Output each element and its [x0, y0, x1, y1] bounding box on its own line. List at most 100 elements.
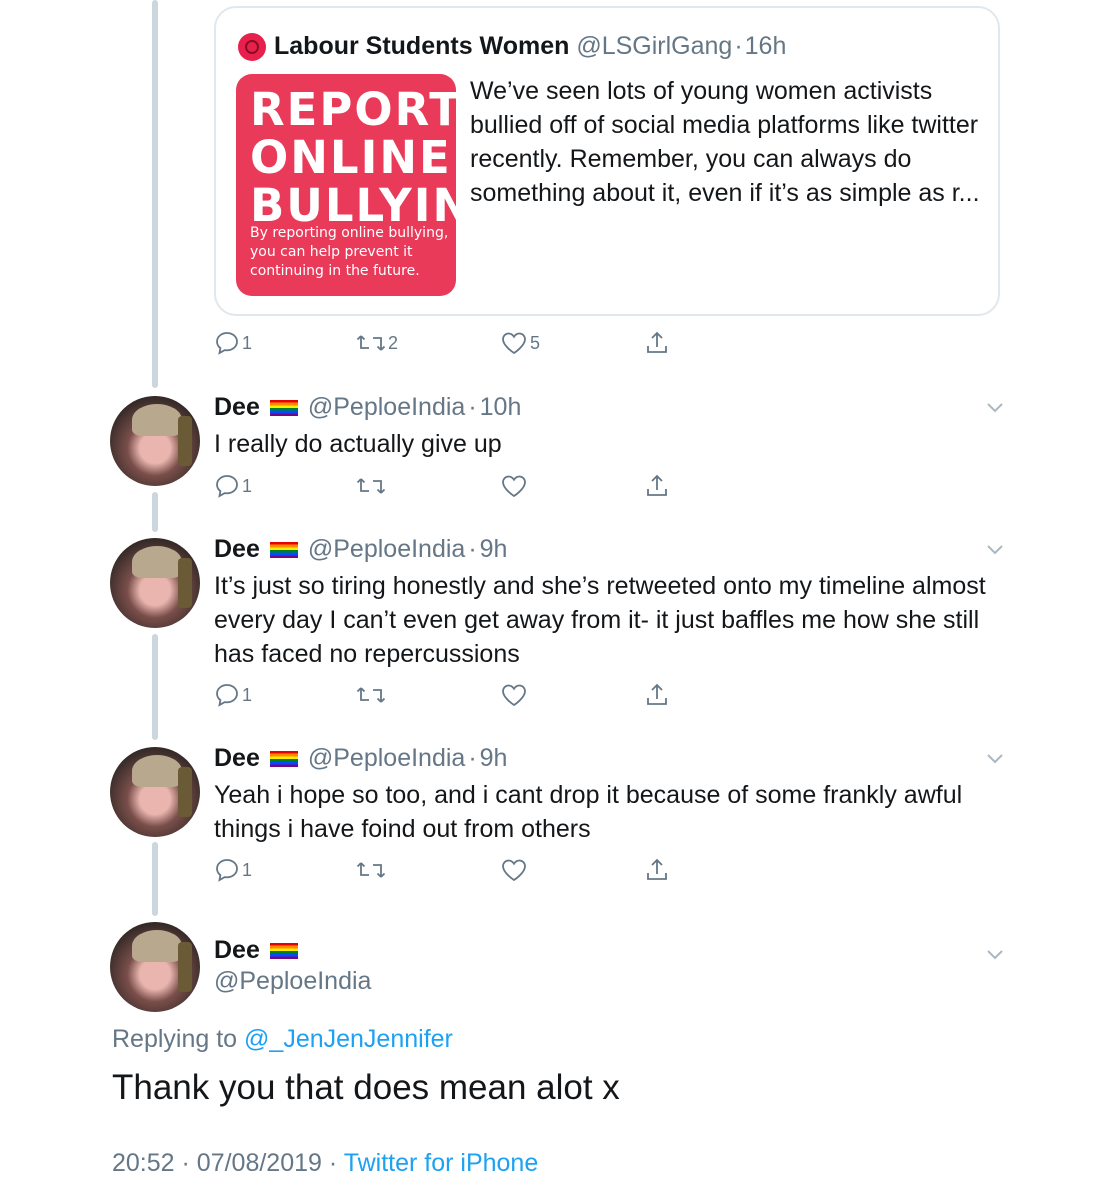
retweet-button[interactable]	[356, 682, 386, 708]
thread-line	[152, 634, 158, 740]
like-button[interactable]: 5	[500, 330, 540, 356]
separator: ·	[328, 1149, 338, 1177]
tweet-text: I really do actually give up	[214, 430, 502, 458]
thread-line	[152, 492, 158, 532]
rainbow-flag-icon	[269, 399, 298, 416]
retweet-button[interactable]: 2	[356, 330, 398, 356]
chevron-down-icon[interactable]	[986, 402, 1004, 414]
main-tweet-header: Dee	[214, 936, 308, 965]
thread-line	[152, 842, 158, 916]
reply-button[interactable]: 1	[214, 857, 252, 883]
like-count: 5	[530, 332, 541, 353]
author-name[interactable]: Dee	[214, 936, 260, 965]
separator: ·	[468, 393, 477, 421]
share-button[interactable]	[644, 857, 670, 883]
separator: ·	[468, 535, 477, 563]
tweet-meta: 20:52 · 07/08/2019 · Twitter for iPhone	[112, 1149, 538, 1178]
retweet-button[interactable]	[356, 473, 386, 499]
chevron-down-icon[interactable]	[986, 949, 1004, 961]
separator: ·	[468, 744, 477, 772]
like-button[interactable]	[500, 682, 528, 708]
retweet-icon	[356, 335, 386, 351]
like-icon	[502, 332, 526, 355]
tweet-source-link[interactable]: Twitter for iPhone	[344, 1149, 539, 1177]
chevron-down-icon[interactable]	[986, 544, 1004, 556]
quoted-author-handle: @LSGirlGang	[576, 32, 733, 60]
reply-count: 1	[242, 332, 253, 353]
share-icon	[647, 331, 667, 353]
tweet-actions: 1 2 5	[214, 330, 674, 362]
quoted-tweet-card[interactable]: Labour Students Women @LSGirlGang · 16h …	[214, 6, 1000, 316]
reply-icon	[216, 332, 238, 355]
quoted-image-subtitle: By reporting online bullying, you can he…	[250, 225, 449, 279]
reply-icon	[216, 684, 238, 707]
reply-icon	[216, 859, 238, 882]
reply-count: 1	[242, 684, 253, 705]
timestamp[interactable]: 9h	[480, 535, 508, 564]
share-icon	[647, 683, 667, 705]
author-handle[interactable]: @PeploeIndia	[214, 967, 371, 996]
tweet-text: Yeah i hope so too, and i cant drop it b…	[214, 781, 963, 843]
avatar[interactable]	[110, 922, 200, 1012]
avatar[interactable]	[110, 538, 200, 628]
separator: ·	[734, 32, 743, 60]
tweet-text: It’s just so tiring honestly and she’s r…	[214, 572, 986, 668]
share-icon	[647, 474, 667, 496]
tweet-actions: 1	[214, 857, 674, 889]
share-button[interactable]	[644, 330, 670, 356]
reply-icon	[216, 475, 238, 498]
author-name[interactable]: Dee	[214, 535, 260, 564]
rainbow-flag-icon	[269, 541, 298, 558]
author-handle[interactable]: @PeploeIndia	[308, 393, 465, 422]
tweet-header: Dee @PeploeIndia · 9h	[214, 744, 507, 773]
tweet-header: Dee @PeploeIndia · 9h	[214, 535, 507, 564]
retweet-icon	[356, 478, 386, 494]
quoted-tweet-image[interactable]: REPORT ONLINE BULLYIN By reporting onlin…	[236, 74, 456, 296]
separator: ·	[181, 1149, 190, 1177]
avatar[interactable]	[110, 747, 200, 837]
tweet-time[interactable]: 20:52	[112, 1149, 175, 1177]
like-icon	[502, 859, 526, 882]
reply-count: 1	[242, 859, 253, 880]
retweet-count: 2	[388, 332, 399, 353]
like-button[interactable]	[500, 473, 528, 499]
share-button[interactable]	[644, 473, 670, 499]
main-tweet-text: Thank you that does mean alot x	[112, 1068, 620, 1107]
replying-prefix: Replying to	[112, 1025, 238, 1053]
reply-button[interactable]: 1	[214, 473, 252, 499]
quoted-tweet-text: We’ve seen lots of young women activists…	[470, 77, 980, 207]
reply-button[interactable]: 1	[214, 330, 252, 356]
avatar[interactable]	[110, 396, 200, 486]
like-icon	[502, 684, 526, 707]
rainbow-flag-icon	[269, 942, 298, 959]
author-name[interactable]: Dee	[214, 744, 260, 773]
chevron-down-icon[interactable]	[986, 753, 1004, 765]
reply-count: 1	[242, 475, 253, 496]
reply-button[interactable]: 1	[214, 682, 252, 708]
author-handle[interactable]: @PeploeIndia	[308, 535, 465, 564]
retweet-icon	[356, 687, 386, 703]
author-name[interactable]: Dee	[214, 393, 260, 422]
share-button[interactable]	[644, 682, 670, 708]
quoted-tweet-header: Labour Students Women @LSGirlGang · 16h	[238, 32, 786, 61]
replying-to-link[interactable]: @_JenJenJennifer	[244, 1025, 453, 1053]
tweet-actions: 1	[214, 682, 674, 714]
retweet-button[interactable]	[356, 857, 386, 883]
tweet-date[interactable]: 07/08/2019	[197, 1149, 322, 1177]
rainbow-flag-icon	[269, 750, 298, 767]
replying-to: Replying to @_JenJenJennifer	[112, 1025, 453, 1054]
quoted-timestamp: 16h	[744, 32, 787, 60]
retweet-icon	[356, 862, 386, 878]
author-handle[interactable]: @PeploeIndia	[308, 744, 465, 773]
like-button[interactable]	[500, 857, 528, 883]
timestamp[interactable]: 9h	[480, 744, 508, 773]
share-icon	[647, 858, 667, 880]
quoted-author-name: Labour Students Women	[274, 32, 570, 60]
like-icon	[502, 475, 526, 498]
labour-logo-icon	[238, 32, 266, 61]
thread-line	[152, 0, 158, 388]
timestamp[interactable]: 10h	[480, 393, 522, 422]
quoted-image-title: REPORT ONLINE BULLYIN	[250, 83, 456, 232]
tweet-actions: 1	[214, 473, 674, 505]
tweet-header: Dee @PeploeIndia · 10h	[214, 393, 521, 422]
